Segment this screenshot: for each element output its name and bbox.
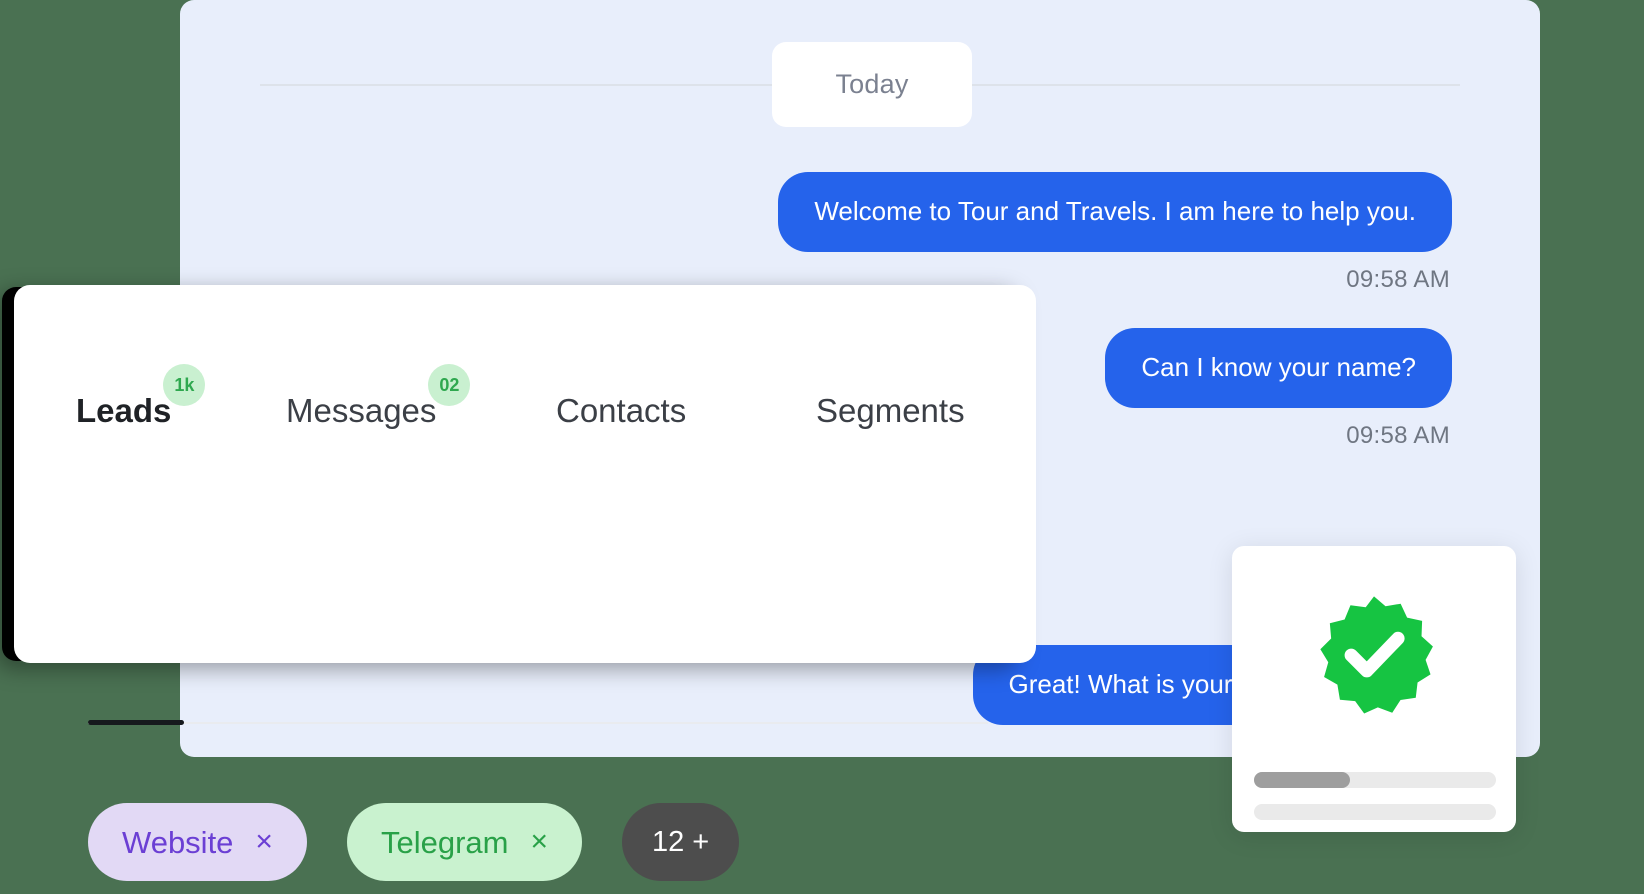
filter-chip-telegram[interactable]: Telegram × [346,803,582,881]
close-icon[interactable]: × [255,827,273,857]
tab-contacts-label: Contacts [556,392,687,429]
more-filters-button[interactable]: 12 + [621,803,740,881]
filter-chip-website[interactable]: Website × [88,803,307,881]
tab-leads[interactable]: Leads 1k [76,364,206,429]
filter-chip-website-label: Website [122,824,234,860]
tab-segments-label: Segments [816,392,965,429]
chat-message-row: Can I know your name? 09:58 AM [1105,328,1452,450]
message-timestamp: 09:58 AM [1346,266,1450,293]
chat-bubble: Can I know your name? [1105,328,1452,408]
screenshot-root: Today Welcome to Tour and Travels. I am … [0,0,1644,894]
placeholder-bar [1254,804,1496,820]
more-filters-label: 12 + [651,825,710,858]
tab-active-indicator [88,720,184,725]
progress-bar-fill [1254,772,1350,788]
tab-messages[interactable]: Messages 02 [286,364,471,429]
tab-bar: Leads 1k Messages 02 Contacts Segments [76,357,986,427]
tab-underline-track [88,722,988,724]
success-card [1232,546,1516,832]
message-timestamp: 09:58 AM [1346,422,1450,449]
progress-bar [1254,772,1496,788]
filter-chip-row: Website × Telegram × 12 + [88,803,740,881]
day-separator-chip: Today [772,42,972,127]
tab-segments[interactable]: Segments [816,394,965,427]
tab-messages-badge: 02 [428,364,471,406]
chat-bubble: Welcome to Tour and Travels. I am here t… [778,172,1452,252]
tab-leads-badge: 1k [163,364,206,406]
verified-check-icon [1314,594,1434,714]
tab-messages-label: Messages [286,392,437,429]
chat-message-row: Welcome to Tour and Travels. I am here t… [778,172,1452,294]
close-icon[interactable]: × [530,827,548,857]
leads-panel-card: Leads 1k Messages 02 Contacts Segments W… [14,285,1036,881]
tab-contacts[interactable]: Contacts [556,394,686,427]
filter-chip-telegram-label: Telegram [380,824,509,860]
tab-leads-label: Leads [76,392,172,429]
